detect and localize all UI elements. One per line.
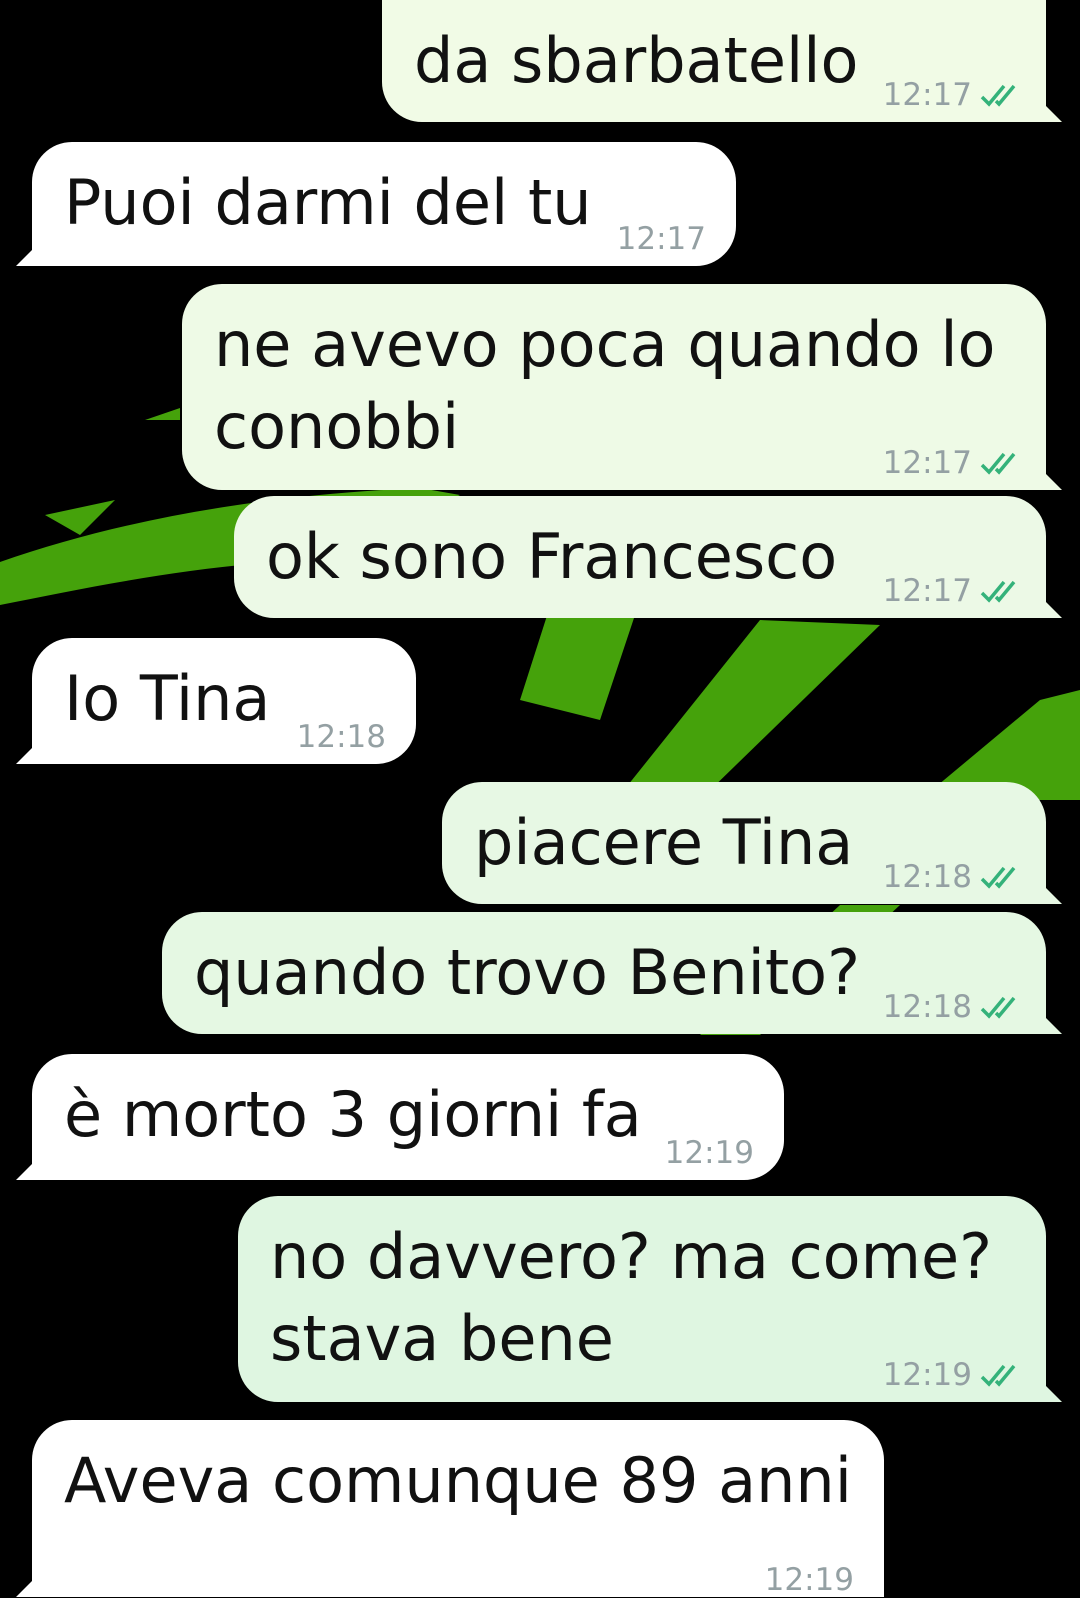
- double-check-icon: [980, 84, 1016, 107]
- message-time: 12:17: [882, 77, 972, 113]
- chat-thread[interactable]: da sbarbatello 12:17 Puoi darmi del tu 1…: [0, 0, 1080, 1597]
- double-check-icon: [980, 452, 1016, 475]
- message-bubble-outgoing[interactable]: da sbarbatello 12:17: [382, 0, 1062, 122]
- message-time: 12:19: [664, 1135, 754, 1171]
- double-check-icon: [980, 580, 1016, 603]
- message-time: 12:19: [764, 1562, 854, 1598]
- message-text: Io Tina: [64, 662, 271, 735]
- double-check-icon: [980, 996, 1016, 1019]
- message-bubble-outgoing[interactable]: ne avevo poca quando lo conobbi 12:17: [182, 284, 1062, 490]
- message-bubble-outgoing[interactable]: ok sono Francesco 12:17: [234, 496, 1062, 618]
- message-bubble-incoming[interactable]: Puoi darmi del tu 12:17: [16, 142, 736, 266]
- message-time: 12:19: [882, 1357, 972, 1393]
- message-time: 12:17: [882, 445, 972, 481]
- message-bubble-outgoing[interactable]: no davvero? ma come? stava bene 12:19: [238, 1196, 1062, 1402]
- message-time: 12:18: [882, 989, 972, 1025]
- message-bubble-outgoing[interactable]: quando trovo Benito? 12:18: [162, 912, 1062, 1034]
- message-bubble-incoming[interactable]: è morto 3 giorni fa 12:19: [16, 1054, 784, 1180]
- message-text: ok sono Francesco: [266, 520, 838, 593]
- message-text: ne avevo poca quando lo conobbi: [214, 308, 996, 463]
- message-text: Aveva comunque 89 anni: [64, 1444, 852, 1517]
- message-text: Puoi darmi del tu: [64, 166, 592, 239]
- message-bubble-outgoing[interactable]: piacere Tina 12:18: [442, 782, 1062, 904]
- message-text: è morto 3 giorni fa: [64, 1078, 642, 1151]
- message-text: da sbarbatello: [414, 24, 859, 97]
- double-check-icon: [980, 866, 1016, 889]
- message-text: quando trovo Benito?: [194, 936, 860, 1009]
- message-text: no davvero? ma come? stava bene: [270, 1220, 993, 1375]
- message-time: 12:17: [616, 221, 706, 257]
- message-bubble-incoming[interactable]: Aveva comunque 89 anni 12:19: [16, 1420, 884, 1598]
- message-bubble-incoming[interactable]: Io Tina 12:18: [16, 638, 416, 764]
- message-time: 12:18: [296, 719, 386, 755]
- message-time: 12:17: [882, 573, 972, 609]
- message-time: 12:18: [882, 859, 972, 895]
- double-check-icon: [980, 1364, 1016, 1387]
- message-text: piacere Tina: [474, 806, 854, 879]
